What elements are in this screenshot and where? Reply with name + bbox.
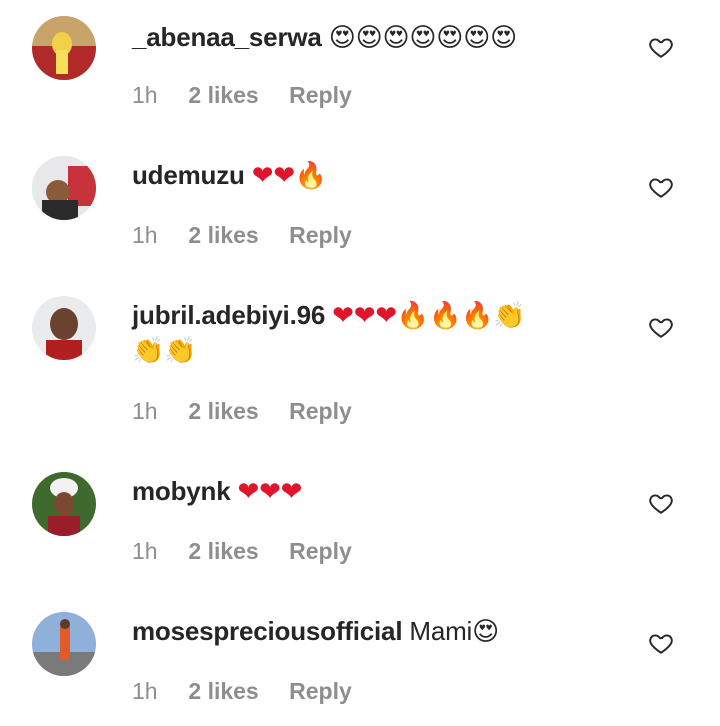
- likes-count[interactable]: 2 likes: [188, 538, 258, 565]
- comment-text: mosespreciousofficial Mami😍: [132, 614, 602, 649]
- comment-emoji: ❤❤❤: [237, 477, 303, 507]
- comment-item: _abenaa_serwa 😍😍😍😍😍😍😍 1h 2 likes Reply: [0, 0, 720, 140]
- comment-username[interactable]: mobynk: [132, 476, 231, 506]
- heart-outline-icon[interactable]: [648, 490, 674, 516]
- heart-outline-icon[interactable]: [648, 314, 674, 340]
- comment-meta: 1h 2 likes Reply: [132, 538, 352, 565]
- comment-username[interactable]: _abenaa_serwa: [132, 22, 322, 52]
- comment-item: mosespreciousofficial Mami😍 1h 2 likes R…: [0, 596, 720, 726]
- likes-count[interactable]: 2 likes: [188, 82, 258, 109]
- comment-time: 1h: [132, 222, 158, 248]
- comment-emoji: 😍: [472, 617, 500, 647]
- reply-button[interactable]: Reply: [289, 538, 352, 565]
- comment-text: jubril.adebiyi.96 ❤❤❤🔥🔥🔥👏 👏👏: [132, 298, 602, 368]
- comment-meta: 1h 2 likes Reply: [132, 222, 352, 249]
- likes-count[interactable]: 2 likes: [188, 678, 258, 705]
- comment-username[interactable]: mosespreciousofficial: [132, 616, 403, 646]
- avatar[interactable]: [32, 156, 96, 220]
- comment-text: _abenaa_serwa 😍😍😍😍😍😍😍: [132, 20, 602, 55]
- comment-username[interactable]: jubril.adebiyi.96: [132, 300, 325, 330]
- comment-time: 1h: [132, 82, 158, 108]
- heart-outline-icon[interactable]: [648, 34, 674, 60]
- comment-time: 1h: [132, 398, 158, 424]
- avatar[interactable]: [32, 612, 96, 676]
- comment-time: 1h: [132, 538, 158, 564]
- comment-meta: 1h 2 likes Reply: [132, 398, 352, 425]
- avatar[interactable]: [32, 296, 96, 360]
- comment-text: udemuzu ❤❤🔥: [132, 158, 602, 193]
- comment-body: Mami: [409, 616, 473, 646]
- comment-time: 1h: [132, 678, 158, 704]
- comment-emoji: 👏👏: [132, 336, 197, 366]
- avatar[interactable]: [32, 472, 96, 536]
- likes-count[interactable]: 2 likes: [188, 398, 258, 425]
- comment-username[interactable]: udemuzu: [132, 160, 245, 190]
- comment-text: mobynk ❤❤❤: [132, 474, 602, 509]
- comment-item: mobynk ❤❤❤ 1h 2 likes Reply: [0, 456, 720, 596]
- comment-emoji: 😍😍😍😍😍😍😍: [328, 23, 518, 53]
- avatar[interactable]: [32, 16, 96, 80]
- comment-item: jubril.adebiyi.96 ❤❤❤🔥🔥🔥👏 👏👏 1h 2 likes …: [0, 280, 720, 456]
- comment-meta: 1h 2 likes Reply: [132, 678, 352, 705]
- comment-meta: 1h 2 likes Reply: [132, 82, 352, 109]
- comment-item: udemuzu ❤❤🔥 1h 2 likes Reply: [0, 140, 720, 280]
- comment-emoji: ❤❤🔥: [251, 161, 328, 191]
- likes-count[interactable]: 2 likes: [188, 222, 258, 249]
- comment-emoji: ❤❤❤🔥🔥🔥👏: [332, 301, 526, 331]
- reply-button[interactable]: Reply: [289, 82, 352, 109]
- reply-button[interactable]: Reply: [289, 398, 352, 425]
- heart-outline-icon[interactable]: [648, 174, 674, 200]
- reply-button[interactable]: Reply: [289, 222, 352, 249]
- heart-outline-icon[interactable]: [648, 630, 674, 656]
- reply-button[interactable]: Reply: [289, 678, 352, 705]
